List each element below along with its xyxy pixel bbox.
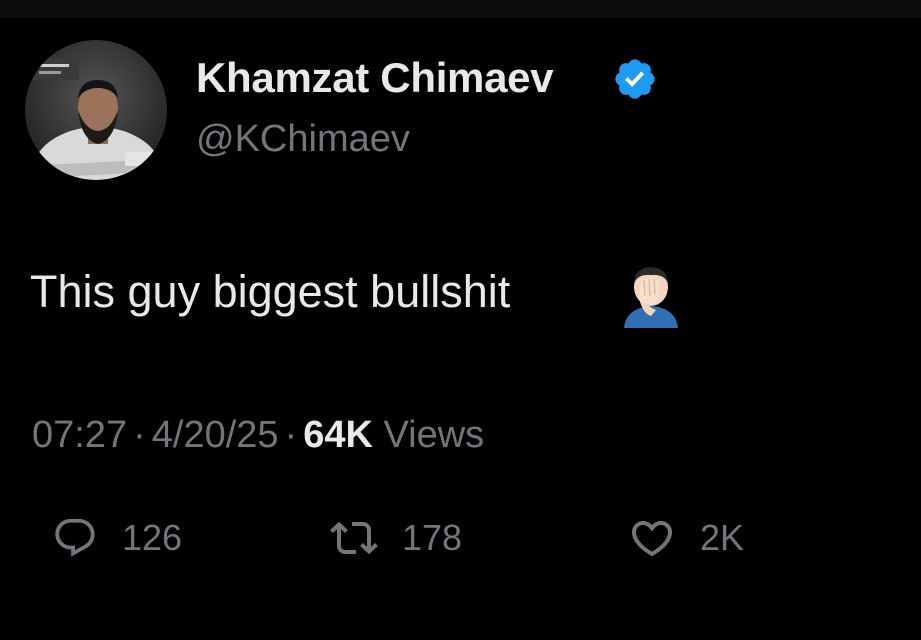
tweet-time[interactable]: 07:27 bbox=[32, 414, 127, 456]
repost-icon bbox=[330, 521, 378, 555]
reply-icon bbox=[55, 518, 95, 557]
heart-icon bbox=[631, 521, 673, 557]
views-count: 64K bbox=[303, 414, 373, 456]
repost-button[interactable]: 178 bbox=[330, 508, 462, 568]
meta-separator: · bbox=[133, 414, 146, 456]
top-strip bbox=[0, 0, 921, 18]
tweet-meta: 07:27 · 4/20/25 · 64K Views bbox=[32, 410, 484, 460]
verified-badge-icon bbox=[612, 56, 658, 102]
repost-count: 178 bbox=[402, 517, 463, 558]
like-button[interactable]: 2K bbox=[628, 508, 744, 568]
avatar[interactable] bbox=[25, 40, 167, 180]
reply-button[interactable]: 126 bbox=[52, 508, 182, 568]
user-handle[interactable]: @KChimaev bbox=[196, 114, 410, 164]
tweet-text: This guy biggest bullshit bbox=[30, 266, 511, 317]
views-label: Views bbox=[383, 414, 485, 456]
meta-separator: · bbox=[284, 414, 298, 456]
reply-count: 126 bbox=[122, 517, 183, 558]
man-facepalming-icon bbox=[618, 262, 684, 328]
display-name[interactable]: Khamzat Chimaev bbox=[196, 52, 554, 104]
like-count: 2K bbox=[700, 517, 745, 558]
tweet-date[interactable]: 4/20/25 bbox=[152, 414, 279, 456]
